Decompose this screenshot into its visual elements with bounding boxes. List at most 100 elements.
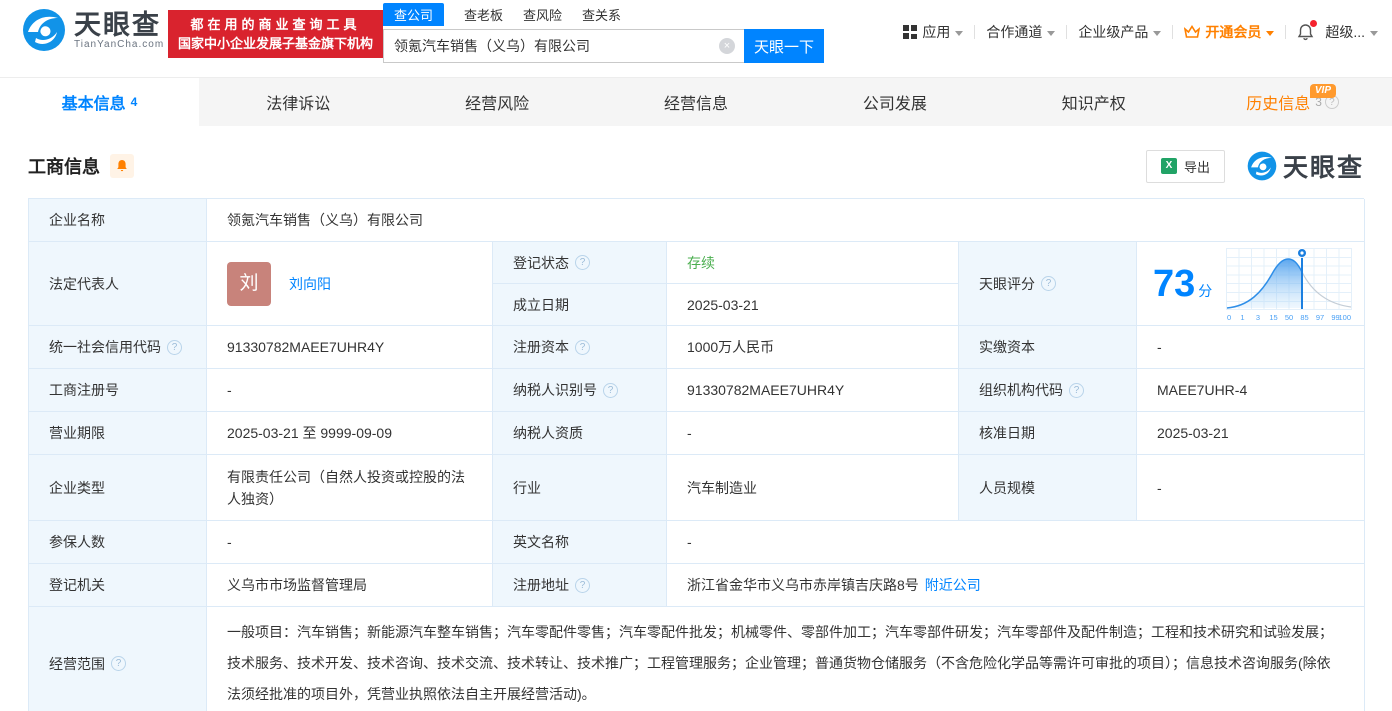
tab-basic-info[interactable]: 基本信息 4 — [0, 78, 199, 126]
tianyancha-logo-icon — [1247, 151, 1277, 181]
field-label-credit-code: 统一社会信用代码 ? — [29, 326, 207, 369]
field-value-reg-capital: 1000万人民币 — [667, 326, 959, 369]
nav-apps[interactable]: 应用 — [903, 22, 964, 42]
tab-basic-info-label: 基本信息 — [61, 96, 126, 113]
tab-legal-lawsuits[interactable]: 法律诉讼 — [199, 78, 398, 126]
label-text: 注册地址 — [513, 577, 569, 593]
export-button-label: 导出 — [1183, 159, 1210, 175]
tab-business-info[interactable]: 经营信息 — [597, 78, 796, 126]
score-axis-tick: 97 — [1316, 313, 1324, 322]
english-name-text: - — [687, 534, 692, 550]
chevron-down-icon — [1370, 30, 1378, 36]
field-value-english-name: - — [667, 521, 1366, 564]
nearby-companies-link[interactable]: 附近公司 — [925, 574, 981, 596]
label-text: 纳税人资质 — [513, 425, 583, 441]
logo-brand-text: 天眼查 — [74, 9, 161, 40]
score-curve: 0 1 3 15 50 85 97 99 100 — [1227, 247, 1352, 322]
logo-domain-text: TianYanCha.com — [74, 38, 165, 50]
label-text: 组织机构代码 — [979, 382, 1063, 398]
tab-history-info[interactable]: VIP 历史信息 3 ? — [1193, 78, 1392, 126]
tab-operating-risk-label: 经营风险 — [465, 96, 530, 113]
score-axis-tick: 85 — [1301, 313, 1309, 322]
tianyancha-logo-icon — [23, 9, 65, 51]
field-label-reg-address: 注册地址 ? — [493, 564, 667, 607]
help-icon[interactable]: ? — [575, 339, 590, 355]
paid-capital-text: - — [1157, 339, 1162, 355]
label-text: 核准日期 — [979, 425, 1035, 441]
help-icon[interactable]: ? — [575, 577, 590, 593]
search-area: 查公司 查老板 查风险 查关系 × 天眼一下 — [383, 3, 824, 63]
label-text: 登记状态 — [513, 254, 569, 271]
est-date-text: 2025-03-21 — [687, 296, 759, 313]
taxpayer-quals-text: - — [687, 425, 692, 441]
nav-separator — [1172, 25, 1174, 39]
field-label-legal-rep: 法定代表人 — [29, 242, 207, 326]
nav-separator — [1066, 25, 1068, 39]
section-brand-logo: 天眼查 — [1247, 148, 1364, 184]
field-label-taxpayer-quals: 纳税人资质 — [493, 412, 667, 455]
label-text: 工商注册号 — [49, 382, 119, 398]
tab-company-development-label: 公司发展 — [862, 96, 927, 113]
nav-user-account[interactable]: 超级... — [1325, 22, 1378, 42]
help-icon[interactable]: ? — [167, 339, 182, 355]
nav-separator — [1285, 25, 1287, 39]
legal-rep-name-link[interactable]: 刘向阳 — [289, 273, 331, 295]
search-tab-boss[interactable]: 查老板 — [464, 3, 503, 26]
field-value-reg-number: - — [207, 369, 493, 412]
help-icon[interactable]: ? — [1041, 276, 1056, 291]
reg-number-text: - — [227, 382, 232, 398]
field-value-tyc-score[interactable]: 73 分 0 1 3 15 50 85 97 99 100 — [1137, 242, 1366, 326]
clear-search-icon[interactable]: × — [719, 38, 735, 54]
nav-open-vip[interactable]: 开通会员 — [1184, 22, 1275, 42]
subscribe-bell-chip[interactable] — [110, 154, 134, 178]
score-unit: 分 — [1198, 282, 1213, 299]
field-value-reg-authority: 义乌市市场监督管理局 — [207, 564, 493, 607]
tab-company-development[interactable]: 公司发展 — [795, 78, 994, 126]
chevron-down-icon — [1266, 30, 1275, 36]
notifications-bell[interactable] — [1297, 20, 1318, 41]
score-distribution-chart: 0 1 3 15 50 85 97 99 100 — [1224, 246, 1354, 322]
tab-operating-risk[interactable]: 经营风险 — [398, 78, 597, 126]
nav-user-label: 超级... — [1325, 24, 1365, 40]
slogan-line2: 国家中小企业发展子基金旗下机构 — [178, 36, 374, 51]
help-icon[interactable]: ? — [575, 255, 590, 270]
tab-basic-info-count: 4 — [130, 95, 138, 109]
legal-rep-avatar[interactable]: 刘 — [227, 261, 271, 306]
company-tab-bar: 基本信息 4 法律诉讼 经营风险 经营信息 公司发展 知识产权 VIP 历史信息… — [0, 77, 1392, 126]
export-button[interactable]: X 导出 — [1145, 149, 1225, 183]
label-text: 登记机关 — [49, 577, 105, 593]
field-value-company-type: 有限责任公司（自然人投资或控股的法人独资） — [207, 455, 493, 521]
help-icon[interactable]: ? — [1069, 382, 1084, 398]
search-input[interactable] — [383, 29, 744, 63]
nav-channel[interactable]: 合作通道 — [986, 22, 1056, 42]
nav-enterprise-products[interactable]: 企业级产品 — [1078, 22, 1162, 42]
field-value-legal-rep: 刘 刘向阳 — [207, 242, 493, 326]
field-label-reg-number: 工商注册号 — [29, 369, 207, 412]
business-scope-text: 一般项目：汽车销售；新能源汽车整车销售；汽车零配件零售；汽车零配件批发；机械零件… — [227, 624, 1333, 702]
search-tab-relation[interactable]: 查关系 — [582, 3, 621, 26]
field-value-taxpayer-id: 91330782MAEE7UHR4Y — [667, 369, 959, 412]
label-text: 经营范围 — [49, 655, 105, 672]
tianyancha-logo[interactable]: 天眼查 TianYanCha.com — [22, 8, 164, 52]
slogan-line1: 都在用的商业查询工具 — [190, 17, 361, 32]
status-badge: 存续 — [687, 254, 715, 271]
field-label-business-term: 营业期限 — [29, 412, 207, 455]
label-text: 人员规模 — [979, 479, 1035, 496]
search-button[interactable]: 天眼一下 — [744, 29, 824, 63]
field-value-credit-code: 91330782MAEE7UHR4Y — [207, 326, 493, 369]
help-icon[interactable]: ? — [603, 382, 618, 398]
search-tab-risk[interactable]: 查风险 — [523, 3, 562, 26]
nav-separator — [974, 25, 976, 39]
tab-intellectual-property[interactable]: 知识产权 — [994, 78, 1193, 126]
field-value-company-name: 领氪汽车销售（义乌）有限公司 — [207, 199, 1366, 242]
field-label-approval-date: 核准日期 — [959, 412, 1137, 455]
help-icon[interactable]: ? — [111, 656, 126, 671]
label-text: 统一社会信用代码 — [49, 339, 161, 355]
label-text: 注册资本 — [513, 339, 569, 355]
crown-icon — [1184, 25, 1201, 38]
field-label-business-scope: 经营范围 ? — [29, 607, 207, 711]
section-brand-text: 天眼查 — [1282, 154, 1364, 182]
notification-dot — [1310, 20, 1318, 27]
reg-address-text: 浙江省金华市义乌市赤岸镇吉庆路8号 — [687, 577, 919, 593]
search-tab-company[interactable]: 查公司 — [383, 3, 445, 26]
